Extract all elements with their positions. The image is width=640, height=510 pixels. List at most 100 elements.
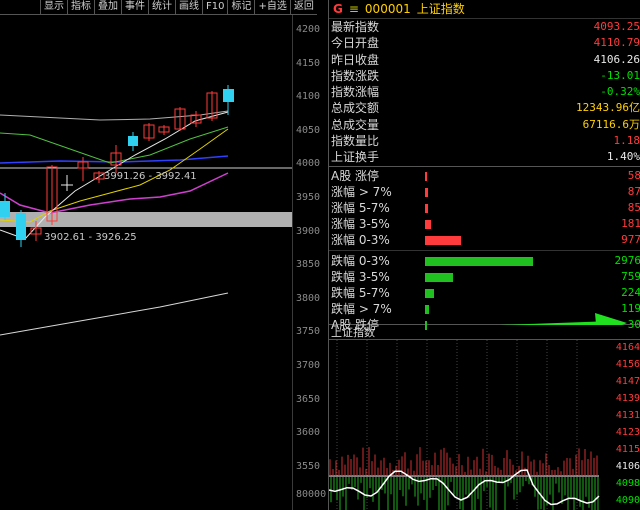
mini-chart-canvas[interactable] xyxy=(329,339,640,510)
toolbar-add-watchlist-button[interactable]: +自选 xyxy=(254,0,290,15)
stat-label: 上证换手 xyxy=(331,150,380,165)
toolbar-display-button[interactable]: 显示 xyxy=(40,0,67,15)
distribution-bar xyxy=(425,288,434,298)
toolbar-mark-button[interactable]: 标记 xyxy=(227,0,255,15)
distribution-divider xyxy=(329,249,640,251)
price-tick: 4150 xyxy=(296,57,321,69)
toolbar-indicator-button[interactable]: 指标 xyxy=(67,0,94,15)
stat-value: 4110.79 xyxy=(593,36,640,50)
market-flag: G xyxy=(333,2,343,16)
price-tick: 3700 xyxy=(296,360,321,371)
mini-price-tick: 4156 xyxy=(615,358,640,370)
price-axis-line xyxy=(292,15,293,510)
stock-code: 000001 xyxy=(364,2,411,16)
toolbar-back-button[interactable]: 返回 xyxy=(289,0,317,15)
distribution-bar xyxy=(425,187,428,197)
price-tick: 3900 xyxy=(296,225,321,237)
long-trend-line xyxy=(0,292,229,336)
price-tick: 4000 xyxy=(296,158,321,170)
distribution-label: 涨幅 3-5% xyxy=(331,216,390,231)
stat-value: -0.32% xyxy=(600,85,640,99)
intraday-mini-chart[interactable]: 上证指数 4164 4156 4147 4139 4131 4123 4115 4106 409… xyxy=(329,325,640,510)
distribution-bar xyxy=(425,235,461,245)
stat-value: 67116.6万 xyxy=(582,117,640,131)
stat-value: 4093.25 xyxy=(593,20,640,33)
ma-green-line xyxy=(0,126,229,164)
menu-icon[interactable]: ≡ xyxy=(349,0,359,18)
stat-row: 总成交额 12343.96亿 xyxy=(329,100,640,116)
stat-label: 总成交量 xyxy=(331,117,380,132)
price-tick: 3750 xyxy=(296,326,321,338)
distribution-label: 涨幅 5-7% xyxy=(331,200,390,215)
distribution-bar xyxy=(425,203,428,213)
high-annotation: 3991.26 - 3992.41 xyxy=(104,171,197,182)
stat-label: 指数涨幅 xyxy=(331,85,380,100)
stat-row: 指数涨幅 -0.32% xyxy=(329,84,640,100)
mini-price-tick: 4106 xyxy=(615,460,640,472)
stat-row: 昨日收盘 4106.26 xyxy=(329,52,640,68)
price-tick: 4100 xyxy=(296,91,321,103)
distribution-bar xyxy=(425,256,533,266)
mini-price-tick: 4090 xyxy=(615,494,640,506)
price-tick: 3950 xyxy=(296,192,321,203)
price-tick: 3550 xyxy=(296,460,321,472)
stat-label: 最新指数 xyxy=(331,20,380,34)
stat-value: 4106.26 xyxy=(593,52,640,66)
distribution-bar xyxy=(425,272,453,282)
stat-label: 今日开盘 xyxy=(331,36,380,51)
kline-panel[interactable]: 显示 指标 叠加 事件 统计 画线 F10 标记 +自选 返回 3991.26 … xyxy=(0,0,328,510)
toolbar-draw-button[interactable]: 画线 xyxy=(175,0,202,15)
distribution-row: 涨幅 3-5% 181 xyxy=(329,216,640,232)
mini-chart-title: 上证指数 xyxy=(329,325,640,340)
low-annotation: 3902.61 - 3926.25 xyxy=(44,232,137,243)
distribution-bar xyxy=(425,171,427,181)
distribution-count: 2976 xyxy=(614,253,640,267)
stat-value: -13.01 xyxy=(600,68,640,82)
mini-price-tick: 4139 xyxy=(615,392,640,404)
mini-price-tick: 4147 xyxy=(615,375,640,387)
distribution-row: 跌幅 3-5% 759 xyxy=(329,269,640,285)
distribution-count: 181 xyxy=(621,216,640,230)
distribution-count: 224 xyxy=(621,285,640,299)
stat-label: 昨日收盘 xyxy=(331,52,380,67)
stat-label: 指数涨跌 xyxy=(331,68,380,83)
kline-chart[interactable]: 3991.26 - 3992.41 3902.61 - 3926.25 xyxy=(0,15,292,510)
distribution-label: 涨幅 0-3% xyxy=(331,232,390,247)
index-stats: 最新指数 4093.25 今日开盘 4110.79 昨日收盘 4106.26 指数涨跌 -13… xyxy=(329,19,640,167)
stat-value: 1.18 xyxy=(613,134,640,148)
price-tick: 4200 xyxy=(296,24,321,35)
stat-row: 总成交量 67116.6万 xyxy=(329,117,640,133)
toolbar-f10-button[interactable]: F10 xyxy=(202,0,228,15)
stat-row: 上证换手 1.40% xyxy=(329,149,640,165)
stat-label: 总成交额 xyxy=(331,101,380,116)
toolbar-event-button[interactable]: 事件 xyxy=(121,0,148,15)
stat-value: 1.40% xyxy=(606,150,640,164)
distribution-row: 涨幅 0-3% 977 xyxy=(329,232,640,248)
price-tick: 3650 xyxy=(296,393,321,405)
mini-price-tick: 4123 xyxy=(615,426,640,438)
quote-header: G ≡ 000001 上证指数 xyxy=(329,0,640,19)
distribution-count: 87 xyxy=(627,184,640,198)
mini-price-tick: 4131 xyxy=(615,409,640,421)
mini-price-tick: 4115 xyxy=(615,443,640,455)
distribution-row: 跌幅 0-3% 2976 xyxy=(329,253,640,269)
distribution-count: 58 xyxy=(627,168,640,182)
price-tick: 3800 xyxy=(296,292,321,304)
toolbar-statistics-button[interactable]: 统计 xyxy=(148,0,175,15)
price-tick: 3600 xyxy=(296,427,321,439)
distribution-row: A股 涨停 58 xyxy=(329,168,640,184)
distribution-label: A股 涨停 xyxy=(331,168,380,183)
stat-row: 今日开盘 4110.79 xyxy=(329,35,640,51)
stat-row: 指数量比 1.18 xyxy=(329,133,640,149)
distribution-bar xyxy=(425,219,431,229)
volume-tick: 80000 xyxy=(296,489,327,500)
distribution-label: 跌幅 3-5% xyxy=(331,269,390,284)
distribution-label: 涨幅 > 7% xyxy=(331,184,392,199)
chart-toolbar: 显示 指标 叠加 事件 统计 画线 F10 标记 +自选 返回 xyxy=(0,0,328,15)
distribution-row: 涨幅 5-7% 85 xyxy=(329,200,640,216)
toolbar-overlay-button[interactable]: 叠加 xyxy=(94,0,121,15)
stock-name: 上证指数 xyxy=(416,2,465,16)
distribution-label: 跌幅 > 7% xyxy=(331,301,392,316)
distribution-label: 跌幅 5-7% xyxy=(331,285,390,300)
stat-row: 最新指数 4093.25 xyxy=(329,19,640,35)
